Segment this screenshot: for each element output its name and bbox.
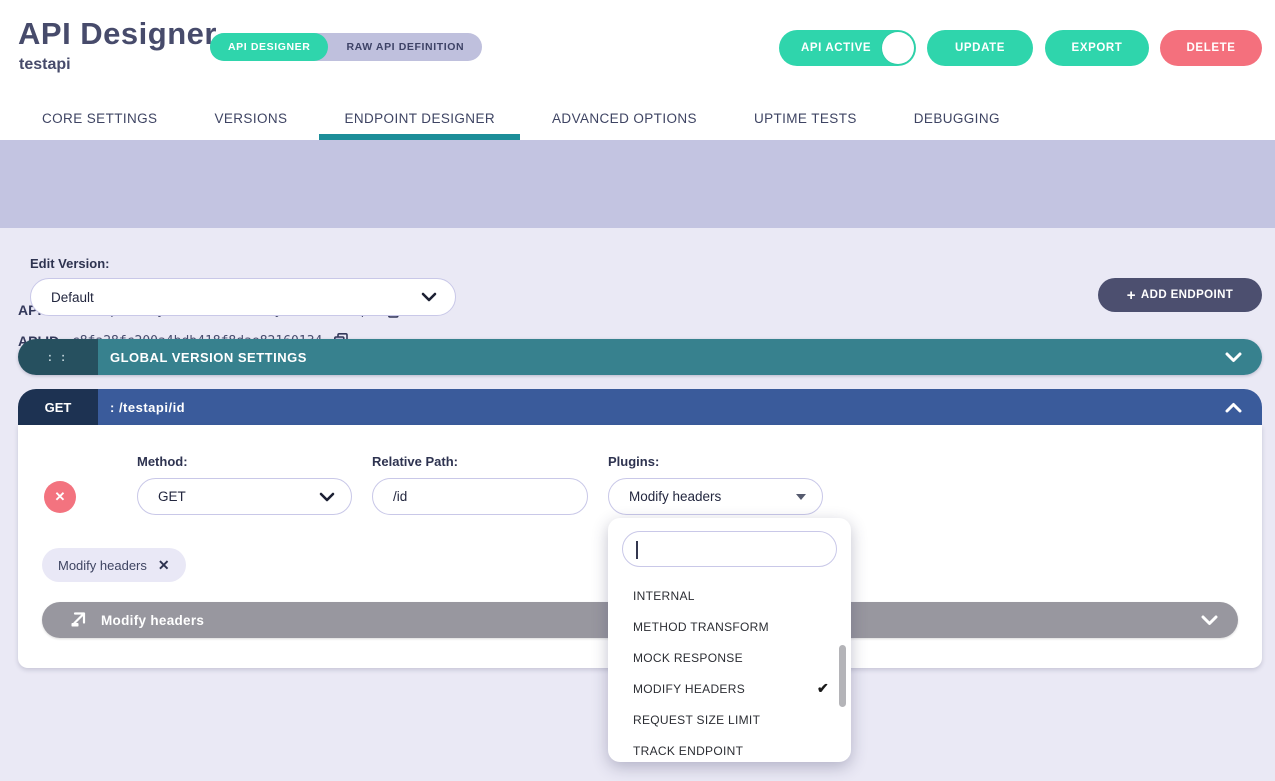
text-cursor <box>636 541 638 559</box>
tab-uptime-tests[interactable]: UPTIME TESTS <box>754 96 857 140</box>
method-select[interactable]: GET <box>137 478 352 515</box>
plugin-option-label: MOCK RESPONSE <box>633 651 743 665</box>
chevron-down-icon[interactable] <box>1201 615 1218 626</box>
toggle-api-designer[interactable]: API DESIGNER <box>210 33 328 61</box>
plugin-chip-modify-headers: Modify headers ✕ <box>42 548 186 582</box>
delete-button[interactable]: DELETE <box>1160 30 1262 66</box>
drag-handle-icon[interactable]: : : <box>18 339 98 375</box>
global-version-settings-main[interactable]: GLOBAL VERSION SETTINGS <box>98 339 1262 375</box>
chevron-down-icon <box>421 292 437 302</box>
api-info-band: API URL: https://tyk123.cloudv2.tyk.io/t… <box>0 140 1275 228</box>
endpoint-path-title: : /testapi/id <box>110 400 1225 415</box>
endpoint-accordion-bar[interactable]: GET : /testapi/id <box>18 389 1262 425</box>
add-endpoint-button[interactable]: + ADD ENDPOINT <box>1098 278 1262 312</box>
plugin-option-modify-headers[interactable]: MODIFY HEADERS ✔ <box>608 673 851 704</box>
tab-advanced-options[interactable]: ADVANCED OPTIONS <box>552 96 697 140</box>
method-label: Method: <box>137 454 188 469</box>
tab-bar: CORE SETTINGS VERSIONS ENDPOINT DESIGNER… <box>0 96 1275 140</box>
plugin-option-internal[interactable]: INTERNAL ✔ <box>608 580 851 611</box>
plugin-option-track-endpoint[interactable]: TRACK ENDPOINT ✔ <box>608 735 851 762</box>
designer-raw-toggle[interactable]: API DESIGNER RAW API DEFINITION <box>210 33 482 61</box>
edit-version-label: Edit Version: <box>30 256 109 271</box>
global-version-settings-title: GLOBAL VERSION SETTINGS <box>110 350 1225 365</box>
api-active-toggle[interactable]: API ACTIVE <box>779 30 916 66</box>
chevron-down-icon[interactable] <box>1225 352 1242 363</box>
plugin-search-input[interactable] <box>622 531 837 567</box>
tab-core-settings[interactable]: CORE SETTINGS <box>42 96 157 140</box>
plugins-dropdown-panel: INTERNAL ✔ METHOD TRANSFORM ✔ MOCK RESPO… <box>608 518 851 762</box>
toggle-raw-api-definition[interactable]: RAW API DEFINITION <box>328 33 482 61</box>
api-active-label: API ACTIVE <box>801 42 871 54</box>
tab-debugging[interactable]: DEBUGGING <box>914 96 1000 140</box>
plugins-label: Plugins: <box>608 454 659 469</box>
plugin-chip-label: Modify headers <box>58 558 147 573</box>
plugins-select-value: Modify headers <box>629 489 796 504</box>
dropdown-scrollbar[interactable] <box>839 645 846 707</box>
tab-endpoint-designer[interactable]: ENDPOINT DESIGNER <box>344 96 495 140</box>
relative-path-input[interactable] <box>372 478 588 515</box>
api-name-subtitle: testapi <box>19 56 71 74</box>
plugin-option-label: INTERNAL <box>633 589 695 603</box>
plus-icon: + <box>1127 287 1136 304</box>
endpoint-method-badge[interactable]: GET <box>18 389 98 425</box>
plugin-option-label: REQUEST SIZE LIMIT <box>633 713 760 727</box>
tab-versions[interactable]: VERSIONS <box>214 96 287 140</box>
plugin-option-mock-response[interactable]: MOCK RESPONSE ✔ <box>608 642 851 673</box>
plugin-option-request-size-limit[interactable]: REQUEST SIZE LIMIT ✔ <box>608 704 851 735</box>
page-title: API Designer <box>18 16 217 52</box>
check-icon: ✔ <box>817 680 829 697</box>
chevron-up-icon[interactable] <box>1225 402 1242 413</box>
remove-plugin-icon[interactable]: ✕ <box>158 557 170 574</box>
version-select-value: Default <box>51 290 421 305</box>
remove-endpoint-button[interactable]: ✕ <box>44 481 76 513</box>
relative-path-label: Relative Path: <box>372 454 458 469</box>
plugin-option-label: MODIFY HEADERS <box>633 682 745 696</box>
plugins-multiselect[interactable]: Modify headers <box>608 478 823 515</box>
plugin-type-icon <box>70 612 87 628</box>
dropdown-arrow-icon <box>796 494 806 500</box>
update-button[interactable]: UPDATE <box>927 30 1033 66</box>
endpoint-accordion-main[interactable]: : /testapi/id <box>98 389 1262 425</box>
header: API Designer testapi API DESIGNER RAW AP… <box>0 0 1275 96</box>
plugin-option-label: TRACK ENDPOINT <box>633 744 743 758</box>
plugin-options-list: INTERNAL ✔ METHOD TRANSFORM ✔ MOCK RESPO… <box>608 580 851 762</box>
plugin-option-label: METHOD TRANSFORM <box>633 620 769 634</box>
global-version-settings-bar[interactable]: : : GLOBAL VERSION SETTINGS <box>18 339 1262 375</box>
method-select-value: GET <box>158 489 319 504</box>
version-select[interactable]: Default <box>30 278 456 316</box>
plugin-option-method-transform[interactable]: METHOD TRANSFORM ✔ <box>608 611 851 642</box>
add-endpoint-label: ADD ENDPOINT <box>1141 289 1233 301</box>
chevron-down-icon <box>319 492 335 502</box>
toggle-knob[interactable] <box>882 32 914 64</box>
export-button[interactable]: EXPORT <box>1045 30 1149 66</box>
api-designer-page: API Designer testapi API DESIGNER RAW AP… <box>0 0 1275 781</box>
